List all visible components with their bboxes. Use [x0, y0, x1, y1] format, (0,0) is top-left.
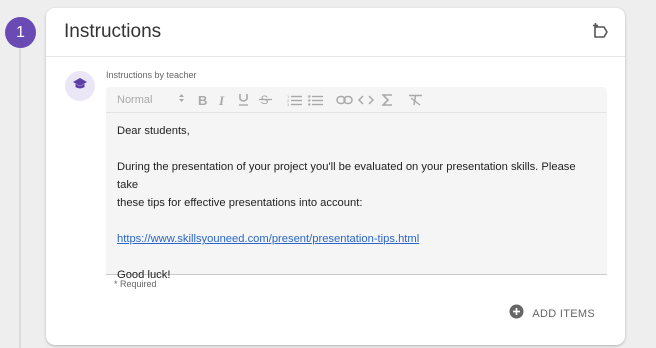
format-select[interactable]: Normal — [117, 91, 185, 108]
sigma-icon[interactable] — [381, 91, 393, 108]
add-items-button[interactable]: ADD ITEMS — [509, 304, 595, 324]
add-to-card-icon[interactable] — [591, 22, 611, 42]
card-title: Instructions — [64, 21, 162, 42]
instruction-line-1: During the presentation of your project … — [117, 161, 576, 191]
svg-text:I: I — [218, 94, 225, 106]
add-circle-icon — [509, 304, 524, 324]
add-items-label: ADD ITEMS — [532, 308, 595, 320]
bold-icon[interactable]: B — [197, 91, 209, 108]
teacher-avatar — [65, 71, 95, 101]
code-icon[interactable] — [358, 91, 374, 108]
required-note: * Required — [114, 279, 157, 289]
editor-toolbar: Normal B I S 123 — [106, 87, 607, 113]
greeting-text: Dear students, — [117, 125, 190, 137]
italic-icon[interactable]: I — [217, 91, 229, 108]
editor-content[interactable]: Dear students, During the presentation o… — [106, 113, 607, 293]
clear-format-icon[interactable] — [408, 91, 423, 108]
svg-text:B: B — [198, 94, 207, 106]
numbered-list-icon[interactable]: 123 — [287, 91, 302, 108]
instructions-card: Instructions Instructions by teacher Nor… — [46, 8, 625, 345]
up-down-arrows-icon — [178, 93, 185, 106]
step-rail — [19, 48, 21, 348]
svg-text:3: 3 — [287, 102, 290, 106]
closing-text: Good luck! — [117, 269, 171, 281]
format-select-value: Normal — [117, 93, 153, 106]
card-header: Instructions — [46, 8, 625, 57]
instruction-line-2: these tips for effective presentations i… — [117, 197, 363, 209]
step-number-badge: 1 — [5, 17, 36, 48]
bulleted-list-icon[interactable] — [308, 91, 323, 108]
instructions-editor[interactable]: Normal B I S 123 Dear students, During t… — [106, 87, 607, 281]
link-icon[interactable] — [336, 91, 353, 108]
underline-icon[interactable] — [237, 91, 249, 108]
teacher-label: Instructions by teacher — [106, 70, 197, 80]
strikethrough-icon[interactable]: S — [258, 91, 272, 108]
graduation-cap-icon — [72, 77, 88, 96]
presentation-tips-link[interactable]: https://www.skillsyouneed.com/present/pr… — [117, 233, 419, 245]
